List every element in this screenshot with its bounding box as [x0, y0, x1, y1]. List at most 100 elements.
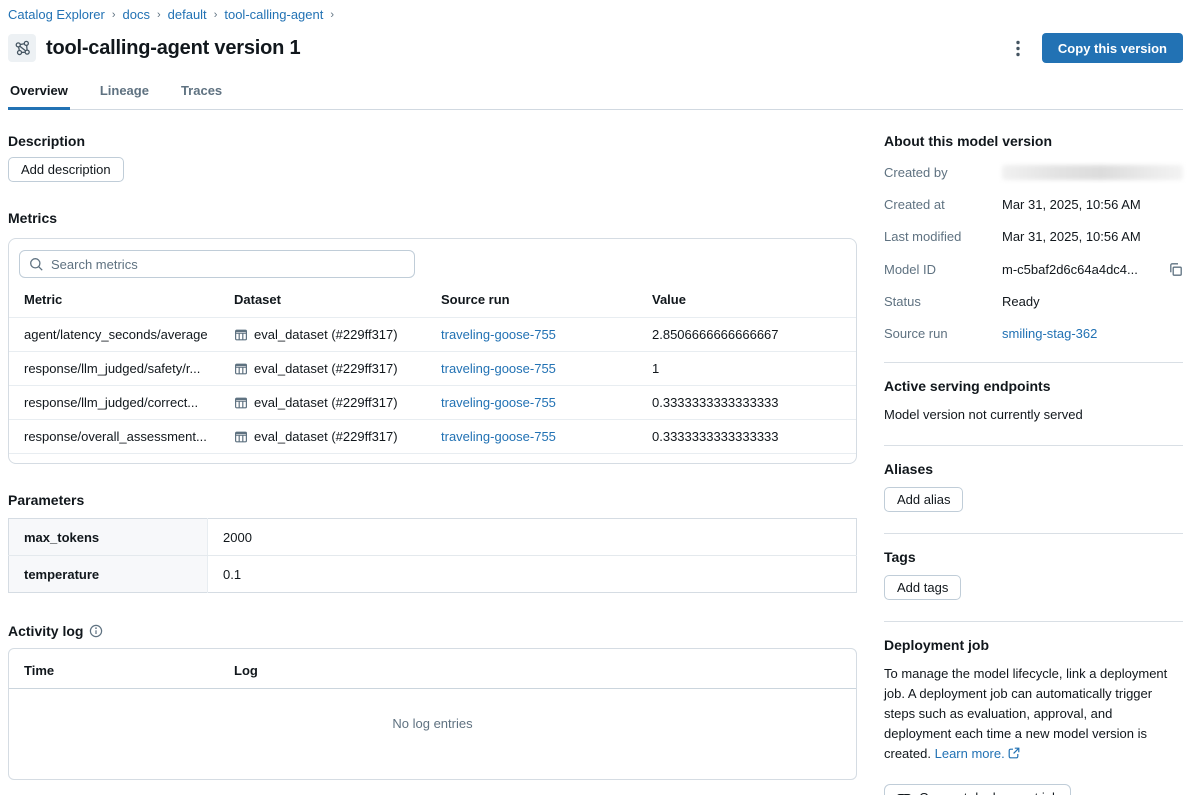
- metric-value: 0.3333333333333333: [652, 420, 856, 454]
- serving-empty-text: Model version not currently served: [884, 406, 1183, 424]
- add-description-button[interactable]: Add description: [8, 157, 124, 182]
- breadcrumb-separator: ›: [214, 7, 218, 23]
- metric-value: 2.8506666666666667: [652, 318, 856, 352]
- table-row: response/llm_judged/safety/r... eval_dat…: [9, 352, 856, 386]
- model-id-label: Model ID: [884, 263, 1002, 277]
- page-header: tool-calling-agent version 1 Copy this v…: [8, 33, 1183, 63]
- redacted-created-by-value: [1002, 165, 1183, 180]
- tab-overview[interactable]: Overview: [8, 79, 70, 110]
- metric-value: 0.3333333333333333: [652, 386, 856, 420]
- model-graph-icon: [8, 34, 36, 62]
- metrics-heading: Metrics: [8, 210, 857, 226]
- breadcrumb-separator: ›: [330, 7, 334, 23]
- parameters-table: max_tokens 2000 temperature 0.1: [8, 518, 857, 593]
- dataset-link[interactable]: eval_dataset (#229ff317): [254, 361, 398, 376]
- kebab-menu-icon[interactable]: [1010, 36, 1026, 61]
- param-key: max_tokens: [9, 519, 208, 556]
- table-icon: [234, 430, 248, 444]
- last-modified-row: Last modified Mar 31, 2025, 10:56 AM: [884, 230, 1183, 244]
- created-by-row: Created by: [884, 165, 1183, 180]
- add-tags-button[interactable]: Add tags: [884, 575, 961, 600]
- link-icon: [896, 789, 912, 795]
- table-icon: [234, 362, 248, 376]
- breadcrumb-default[interactable]: default: [168, 7, 207, 23]
- sidebar-column: About this model version Created by Crea…: [884, 133, 1183, 795]
- last-modified-label: Last modified: [884, 230, 1002, 244]
- copy-icon[interactable]: [1168, 262, 1183, 277]
- last-modified-value: Mar 31, 2025, 10:56 AM: [1002, 230, 1183, 244]
- table-row: max_tokens 2000: [9, 519, 857, 556]
- activity-log-heading: Activity log: [8, 623, 83, 639]
- metrics-card: Metric Dataset Source run Value agent/la…: [8, 238, 857, 464]
- created-at-label: Created at: [884, 198, 1002, 212]
- tags-section: Tags Add tags: [884, 533, 1183, 600]
- table-row: agent/latency_seconds/average eval_datas…: [9, 318, 856, 352]
- connect-deployment-job-button[interactable]: Connect deployment job: [884, 784, 1071, 795]
- about-heading: About this model version: [884, 133, 1183, 149]
- status-label: Status: [884, 295, 1002, 309]
- activity-log-card: Time Log No log entries: [8, 648, 857, 780]
- search-icon: [29, 257, 44, 272]
- tags-heading: Tags: [884, 549, 1183, 565]
- table-row: response/llm_judged/correct... eval_data…: [9, 386, 856, 420]
- add-alias-button[interactable]: Add alias: [884, 487, 963, 512]
- source-run-link[interactable]: traveling-goose-755: [441, 361, 556, 376]
- source-run-link[interactable]: traveling-goose-755: [441, 429, 556, 444]
- param-key: temperature: [9, 556, 208, 593]
- param-value: 2000: [208, 519, 857, 556]
- metric-value: 1: [652, 352, 856, 386]
- source-run-link[interactable]: traveling-goose-755: [441, 327, 556, 342]
- external-link-icon: [1008, 745, 1020, 765]
- breadcrumb-catalog-explorer[interactable]: Catalog Explorer: [8, 7, 105, 23]
- activity-header-row: Time Log: [9, 649, 856, 689]
- table-icon: [234, 328, 248, 342]
- tab-bar: Overview Lineage Traces: [8, 79, 1183, 110]
- breadcrumb-tool-calling-agent[interactable]: tool-calling-agent: [224, 7, 323, 23]
- page-title: tool-calling-agent version 1: [46, 37, 300, 60]
- table-row: temperature 0.1: [9, 556, 857, 593]
- activity-log-header: Activity log: [8, 623, 857, 639]
- activity-log-table: Time Log: [9, 649, 856, 689]
- deployment-description: To manage the model lifecycle, link a de…: [884, 664, 1183, 765]
- dataset-link[interactable]: eval_dataset (#229ff317): [254, 429, 398, 444]
- copy-this-version-button[interactable]: Copy this version: [1042, 33, 1183, 63]
- status-row: Status Ready: [884, 295, 1183, 309]
- breadcrumb: Catalog Explorer › docs › default › tool…: [8, 6, 1183, 23]
- deployment-job-section: Deployment job To manage the model lifec…: [884, 621, 1183, 795]
- param-value: 0.1: [208, 556, 857, 593]
- created-by-label: Created by: [884, 166, 1002, 180]
- col-metric: Metric: [9, 281, 234, 318]
- source-run-link[interactable]: traveling-goose-755: [441, 395, 556, 410]
- breadcrumb-separator: ›: [157, 7, 161, 23]
- metrics-header-row: Metric Dataset Source run Value: [9, 281, 856, 318]
- breadcrumb-docs[interactable]: docs: [123, 7, 150, 23]
- learn-more-link[interactable]: Learn more.: [935, 746, 1005, 761]
- source-run-link[interactable]: smiling-stag-362: [1002, 327, 1097, 341]
- table-row: response/overall_assessment... eval_data…: [9, 420, 856, 454]
- col-value: Value: [652, 281, 856, 318]
- dataset-link[interactable]: eval_dataset (#229ff317): [254, 395, 398, 410]
- created-at-value: Mar 31, 2025, 10:56 AM: [1002, 198, 1183, 212]
- source-run-row: Source run smiling-stag-362: [884, 327, 1183, 341]
- model-id-row: Model ID m-c5baf2d6c64a4dc4...: [884, 262, 1183, 277]
- tab-lineage[interactable]: Lineage: [98, 79, 151, 110]
- search-metrics-input[interactable]: [51, 257, 405, 272]
- header-actions: Copy this version: [1010, 33, 1183, 63]
- dataset-link[interactable]: eval_dataset (#229ff317): [254, 327, 398, 342]
- metric-name: response/overall_assessment...: [9, 420, 234, 454]
- activity-log-empty-text: No log entries: [9, 689, 856, 737]
- connect-deployment-job-label: Connect deployment job: [919, 790, 1059, 795]
- aliases-section: Aliases Add alias: [884, 445, 1183, 512]
- main-column: Description Add description Metrics Metr…: [8, 133, 857, 795]
- info-icon[interactable]: [89, 624, 103, 638]
- description-heading: Description: [8, 133, 857, 149]
- created-at-row: Created at Mar 31, 2025, 10:56 AM: [884, 198, 1183, 212]
- tab-traces[interactable]: Traces: [179, 79, 224, 110]
- metrics-table: Metric Dataset Source run Value agent/la…: [9, 281, 856, 454]
- col-dataset: Dataset: [234, 281, 441, 318]
- metric-name: response/llm_judged/correct...: [9, 386, 234, 420]
- model-version-page: Catalog Explorer › docs › default › tool…: [0, 0, 1191, 795]
- col-time: Time: [9, 649, 234, 689]
- source-run-label: Source run: [884, 327, 1002, 341]
- metrics-search[interactable]: [19, 250, 415, 278]
